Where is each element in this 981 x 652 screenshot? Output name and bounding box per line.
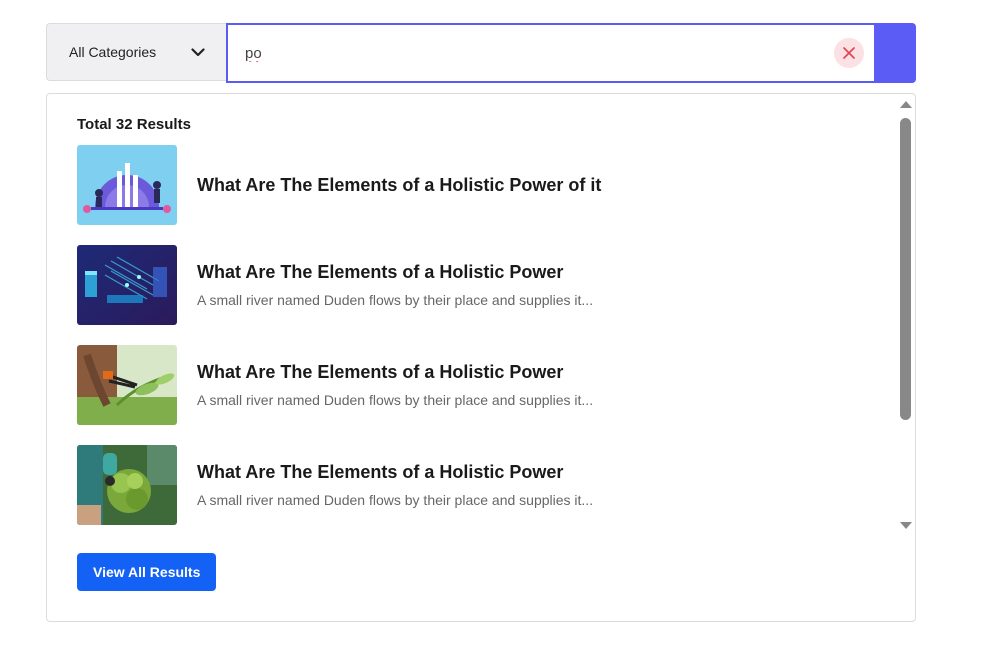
result-item[interactable]: What Are The Elements of a Holistic Powe… xyxy=(77,245,877,325)
clear-search-button[interactable] xyxy=(834,38,864,68)
search-input[interactable] xyxy=(243,43,827,63)
result-item[interactable]: What Are The Elements of a Holistic Powe… xyxy=(77,345,877,425)
result-title: What Are The Elements of a Holistic Powe… xyxy=(197,262,564,282)
search-bar: All Categories xyxy=(46,23,916,83)
scroll-up-arrow-icon[interactable] xyxy=(900,101,912,108)
close-icon xyxy=(843,47,855,59)
pruning-plant-thumbnail xyxy=(77,345,177,425)
result-description: A small river named Duden flows by their… xyxy=(197,292,594,308)
result-title: What Are The Elements of a Holistic Powe… xyxy=(197,174,602,195)
search-field xyxy=(226,23,876,83)
view-all-results-button[interactable]: View All Results xyxy=(77,553,217,591)
scroll-down-arrow-icon[interactable] xyxy=(900,522,912,529)
search-results-panel: Total 32 Results What Are The Elements o… xyxy=(46,93,916,622)
results-total-label: Total 32 Results xyxy=(77,116,191,133)
result-title: What Are The Elements of a Holistic Powe… xyxy=(197,462,564,482)
search-submit-button[interactable] xyxy=(876,23,916,83)
chevron-down-icon xyxy=(190,44,206,60)
category-dropdown[interactable]: All Categories xyxy=(46,23,226,81)
server-tech-thumbnail xyxy=(77,245,177,325)
result-title: What Are The Elements of a Holistic Powe… xyxy=(197,362,564,382)
result-description: A small river named Duden flows by their… xyxy=(197,492,594,508)
herbs-harvest-thumbnail xyxy=(77,445,177,525)
results-scrollbar[interactable] xyxy=(897,94,915,534)
result-item[interactable]: What Are The Elements of a Holistic Powe… xyxy=(77,145,877,225)
scrollbar-thumb[interactable] xyxy=(900,118,911,420)
results-list: What Are The Elements of a Holistic Powe… xyxy=(77,145,877,545)
result-item[interactable]: What Are The Elements of a Holistic Powe… xyxy=(77,445,877,525)
illustration-thumbnail xyxy=(77,145,177,225)
category-dropdown-label: All Categories xyxy=(69,44,157,60)
result-description: A small river named Duden flows by their… xyxy=(197,392,594,408)
